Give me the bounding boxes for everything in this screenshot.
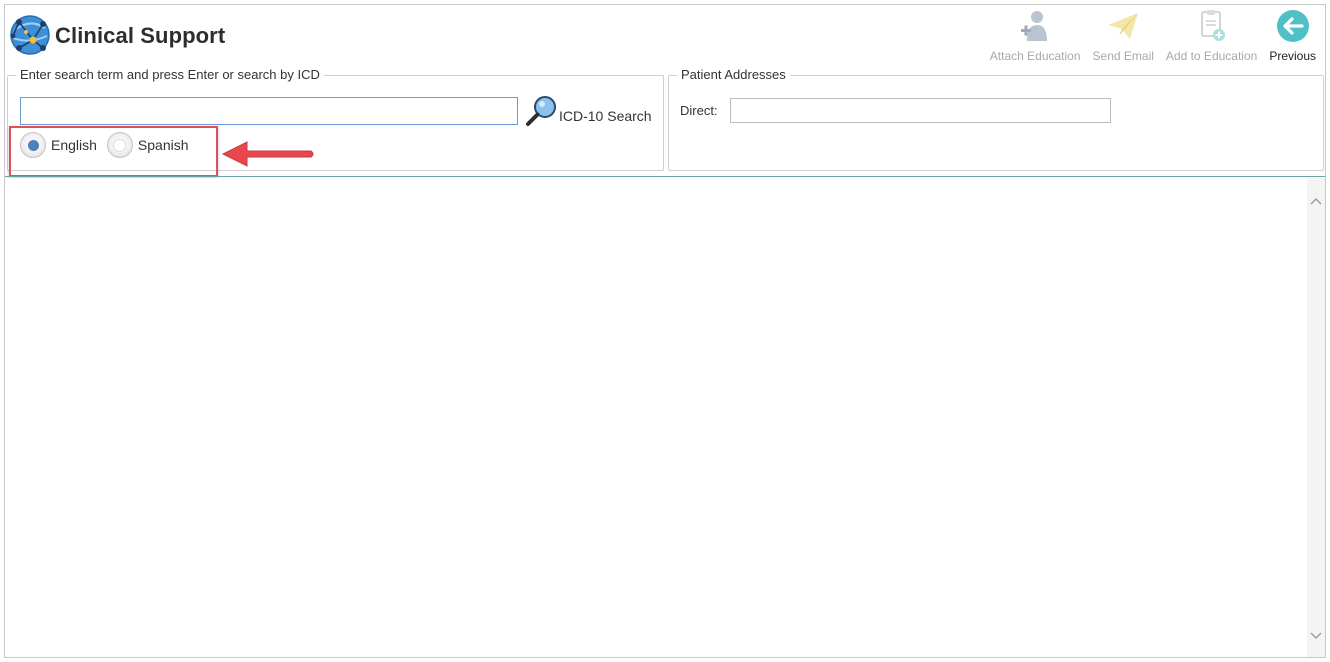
globe-network-icon bbox=[9, 14, 51, 56]
callout-arrow-icon bbox=[221, 141, 314, 167]
toolbar: Attach Education Send Email Add to Educa… bbox=[984, 7, 1322, 67]
previous-label: Previous bbox=[1269, 49, 1316, 63]
search-group-title: Enter search term and press Enter or sea… bbox=[16, 67, 324, 82]
attach-education-icon bbox=[1018, 9, 1052, 43]
highlight-box bbox=[9, 126, 218, 177]
attach-education-button[interactable]: Attach Education bbox=[984, 7, 1087, 67]
vertical-scrollbar[interactable] bbox=[1307, 178, 1325, 657]
attach-education-label: Attach Education bbox=[989, 49, 1081, 63]
add-document-icon bbox=[1195, 9, 1229, 43]
magnifier-icon bbox=[524, 94, 558, 133]
patient-addresses-title: Patient Addresses bbox=[677, 67, 790, 82]
add-to-education-label: Add to Education bbox=[1165, 49, 1258, 63]
page-title: Clinical Support bbox=[55, 23, 226, 48]
icd-10-search-button[interactable]: ICD-10 Search bbox=[524, 94, 652, 133]
paper-plane-icon bbox=[1106, 9, 1140, 43]
divider bbox=[5, 176, 1325, 177]
direct-address-input[interactable] bbox=[730, 98, 1111, 123]
icd-10-search-label: ICD-10 Search bbox=[559, 107, 652, 124]
chevron-down-icon[interactable] bbox=[1307, 627, 1325, 645]
direct-label: Direct: bbox=[680, 103, 718, 118]
results-area bbox=[5, 178, 1307, 657]
send-email-label: Send Email bbox=[1092, 49, 1154, 63]
back-arrow-icon bbox=[1276, 9, 1310, 43]
search-input[interactable] bbox=[20, 97, 518, 125]
previous-button[interactable]: Previous bbox=[1263, 7, 1322, 67]
chevron-up-icon[interactable] bbox=[1307, 192, 1325, 210]
patient-addresses-group: Patient Addresses Direct: bbox=[668, 67, 1324, 171]
clinical-support-window: Clinical Support Attach Education Send E… bbox=[4, 4, 1326, 658]
add-to-education-button[interactable]: Add to Education bbox=[1160, 7, 1263, 67]
send-email-button[interactable]: Send Email bbox=[1087, 7, 1160, 67]
